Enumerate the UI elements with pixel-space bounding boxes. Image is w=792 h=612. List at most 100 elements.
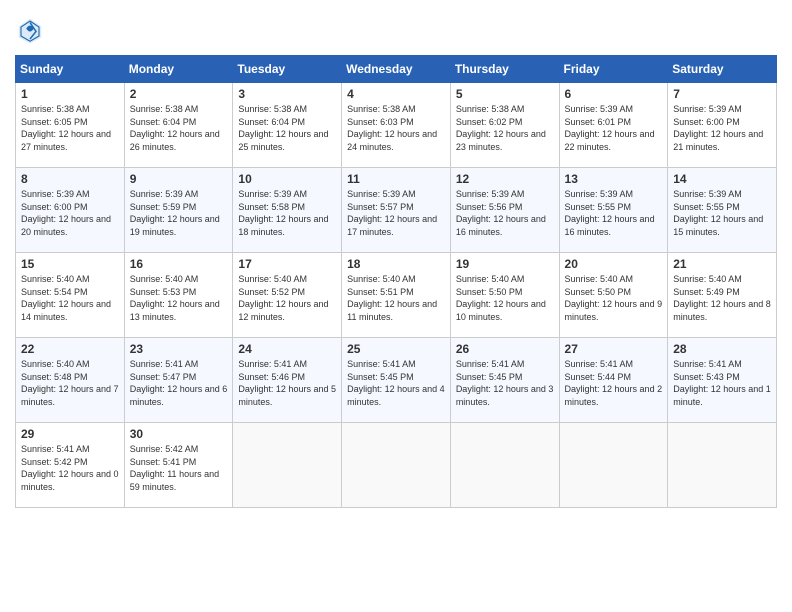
day-number: 20 [565,257,663,271]
cell-info: Sunrise: 5:38 AMSunset: 6:04 PMDaylight:… [238,104,328,152]
day-number: 17 [238,257,336,271]
cell-info: Sunrise: 5:38 AMSunset: 6:03 PMDaylight:… [347,104,437,152]
day-number: 16 [130,257,228,271]
logo-icon [15,15,45,45]
calendar-cell: 15 Sunrise: 5:40 AMSunset: 5:54 PMDaylig… [16,253,125,338]
calendar-cell [668,423,777,508]
day-number: 21 [673,257,771,271]
day-number: 11 [347,172,445,186]
calendar-cell: 13 Sunrise: 5:39 AMSunset: 5:55 PMDaylig… [559,168,668,253]
calendar-cell: 27 Sunrise: 5:41 AMSunset: 5:44 PMDaylig… [559,338,668,423]
cell-info: Sunrise: 5:40 AMSunset: 5:51 PMDaylight:… [347,274,437,322]
logo [15,15,51,45]
day-number: 26 [456,342,554,356]
day-number: 13 [565,172,663,186]
cell-info: Sunrise: 5:39 AMSunset: 6:01 PMDaylight:… [565,104,655,152]
cell-info: Sunrise: 5:39 AMSunset: 5:57 PMDaylight:… [347,189,437,237]
day-number: 2 [130,87,228,101]
calendar-cell: 7 Sunrise: 5:39 AMSunset: 6:00 PMDayligh… [668,83,777,168]
calendar-cell: 25 Sunrise: 5:41 AMSunset: 5:45 PMDaylig… [342,338,451,423]
calendar-week-row: 22 Sunrise: 5:40 AMSunset: 5:48 PMDaylig… [16,338,777,423]
day-number: 14 [673,172,771,186]
day-number: 25 [347,342,445,356]
cell-info: Sunrise: 5:39 AMSunset: 5:55 PMDaylight:… [673,189,763,237]
calendar-cell: 14 Sunrise: 5:39 AMSunset: 5:55 PMDaylig… [668,168,777,253]
calendar-cell [342,423,451,508]
calendar-cell: 26 Sunrise: 5:41 AMSunset: 5:45 PMDaylig… [450,338,559,423]
cell-info: Sunrise: 5:40 AMSunset: 5:48 PMDaylight:… [21,359,119,407]
calendar-cell [559,423,668,508]
day-number: 23 [130,342,228,356]
day-number: 30 [130,427,228,441]
calendar-cell: 16 Sunrise: 5:40 AMSunset: 5:53 PMDaylig… [124,253,233,338]
calendar-week-row: 1 Sunrise: 5:38 AMSunset: 6:05 PMDayligh… [16,83,777,168]
calendar-week-row: 29 Sunrise: 5:41 AMSunset: 5:42 PMDaylig… [16,423,777,508]
calendar-cell: 17 Sunrise: 5:40 AMSunset: 5:52 PMDaylig… [233,253,342,338]
calendar-cell [233,423,342,508]
calendar-cell: 24 Sunrise: 5:41 AMSunset: 5:46 PMDaylig… [233,338,342,423]
calendar-week-row: 15 Sunrise: 5:40 AMSunset: 5:54 PMDaylig… [16,253,777,338]
day-number: 6 [565,87,663,101]
day-number: 1 [21,87,119,101]
day-number: 12 [456,172,554,186]
cell-info: Sunrise: 5:40 AMSunset: 5:53 PMDaylight:… [130,274,220,322]
cell-info: Sunrise: 5:39 AMSunset: 5:56 PMDaylight:… [456,189,546,237]
calendar-table: SundayMondayTuesdayWednesdayThursdayFrid… [15,55,777,508]
calendar-cell: 8 Sunrise: 5:39 AMSunset: 6:00 PMDayligh… [16,168,125,253]
cell-info: Sunrise: 5:41 AMSunset: 5:42 PMDaylight:… [21,444,119,492]
cell-info: Sunrise: 5:40 AMSunset: 5:54 PMDaylight:… [21,274,111,322]
day-number: 15 [21,257,119,271]
day-number: 22 [21,342,119,356]
header-cell-friday: Friday [559,56,668,83]
page-header [15,15,777,45]
calendar-cell: 3 Sunrise: 5:38 AMSunset: 6:04 PMDayligh… [233,83,342,168]
day-number: 7 [673,87,771,101]
calendar-cell: 4 Sunrise: 5:38 AMSunset: 6:03 PMDayligh… [342,83,451,168]
calendar-cell: 2 Sunrise: 5:38 AMSunset: 6:04 PMDayligh… [124,83,233,168]
day-number: 28 [673,342,771,356]
day-number: 19 [456,257,554,271]
cell-info: Sunrise: 5:39 AMSunset: 6:00 PMDaylight:… [21,189,111,237]
cell-info: Sunrise: 5:41 AMSunset: 5:45 PMDaylight:… [456,359,554,407]
calendar-cell: 9 Sunrise: 5:39 AMSunset: 5:59 PMDayligh… [124,168,233,253]
cell-info: Sunrise: 5:39 AMSunset: 5:55 PMDaylight:… [565,189,655,237]
cell-info: Sunrise: 5:38 AMSunset: 6:05 PMDaylight:… [21,104,111,152]
day-number: 9 [130,172,228,186]
cell-info: Sunrise: 5:39 AMSunset: 5:58 PMDaylight:… [238,189,328,237]
calendar-cell: 22 Sunrise: 5:40 AMSunset: 5:48 PMDaylig… [16,338,125,423]
cell-info: Sunrise: 5:41 AMSunset: 5:43 PMDaylight:… [673,359,771,407]
cell-info: Sunrise: 5:42 AMSunset: 5:41 PMDaylight:… [130,444,219,492]
day-number: 10 [238,172,336,186]
calendar-cell: 30 Sunrise: 5:42 AMSunset: 5:41 PMDaylig… [124,423,233,508]
cell-info: Sunrise: 5:41 AMSunset: 5:45 PMDaylight:… [347,359,445,407]
day-number: 8 [21,172,119,186]
day-number: 27 [565,342,663,356]
cell-info: Sunrise: 5:39 AMSunset: 6:00 PMDaylight:… [673,104,763,152]
calendar-cell: 23 Sunrise: 5:41 AMSunset: 5:47 PMDaylig… [124,338,233,423]
day-number: 3 [238,87,336,101]
calendar-cell: 29 Sunrise: 5:41 AMSunset: 5:42 PMDaylig… [16,423,125,508]
calendar-cell: 6 Sunrise: 5:39 AMSunset: 6:01 PMDayligh… [559,83,668,168]
day-number: 4 [347,87,445,101]
day-number: 24 [238,342,336,356]
header-row: SundayMondayTuesdayWednesdayThursdayFrid… [16,56,777,83]
cell-info: Sunrise: 5:39 AMSunset: 5:59 PMDaylight:… [130,189,220,237]
calendar-cell: 12 Sunrise: 5:39 AMSunset: 5:56 PMDaylig… [450,168,559,253]
calendar-header: SundayMondayTuesdayWednesdayThursdayFrid… [16,56,777,83]
header-cell-sunday: Sunday [16,56,125,83]
cell-info: Sunrise: 5:38 AMSunset: 6:02 PMDaylight:… [456,104,546,152]
calendar-cell: 1 Sunrise: 5:38 AMSunset: 6:05 PMDayligh… [16,83,125,168]
calendar-cell: 18 Sunrise: 5:40 AMSunset: 5:51 PMDaylig… [342,253,451,338]
calendar-cell: 19 Sunrise: 5:40 AMSunset: 5:50 PMDaylig… [450,253,559,338]
calendar-cell: 20 Sunrise: 5:40 AMSunset: 5:50 PMDaylig… [559,253,668,338]
day-number: 18 [347,257,445,271]
day-number: 29 [21,427,119,441]
cell-info: Sunrise: 5:38 AMSunset: 6:04 PMDaylight:… [130,104,220,152]
header-cell-tuesday: Tuesday [233,56,342,83]
calendar-cell: 11 Sunrise: 5:39 AMSunset: 5:57 PMDaylig… [342,168,451,253]
calendar-cell [450,423,559,508]
header-cell-wednesday: Wednesday [342,56,451,83]
cell-info: Sunrise: 5:41 AMSunset: 5:47 PMDaylight:… [130,359,228,407]
cell-info: Sunrise: 5:41 AMSunset: 5:44 PMDaylight:… [565,359,663,407]
calendar-cell: 5 Sunrise: 5:38 AMSunset: 6:02 PMDayligh… [450,83,559,168]
